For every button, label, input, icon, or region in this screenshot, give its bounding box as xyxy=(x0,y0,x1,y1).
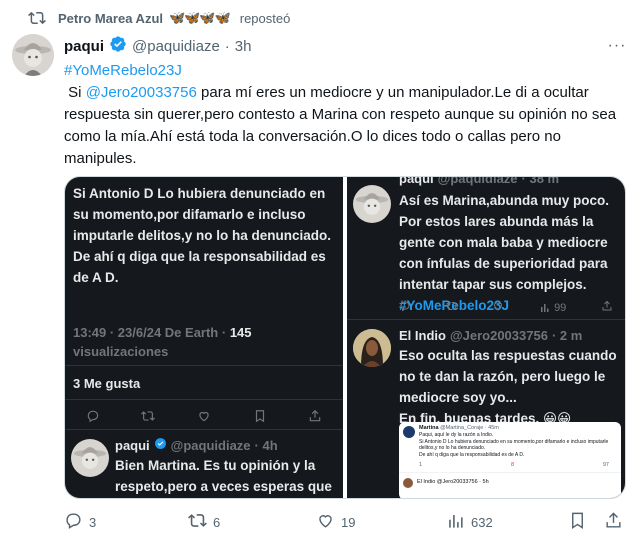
repost-header: Petro Marea Azul 🦋🦋🦋🦋 reposteó xyxy=(28,9,290,27)
like-count: 19 xyxy=(341,514,356,530)
right-reply-text: Eso oculta las respuestas cuando no te d… xyxy=(399,348,617,426)
media-image-right[interactable]: paqui @paquidiaze · 38 m Así es Marina,a… xyxy=(347,177,625,498)
mini-stat-likes: 8 xyxy=(510,462,514,468)
left-reply-icon xyxy=(86,409,100,426)
hashtag-link[interactable]: #YoMeRebelo23J xyxy=(64,62,182,79)
right-top-header: paqui @paquidiaze · 38 m xyxy=(399,177,559,186)
tweet-media[interactable]: Si Antonio D Lo hubiera denunciado en su… xyxy=(64,176,626,499)
separator-dot: · xyxy=(224,37,230,55)
author-handle[interactable]: @paquidiaze xyxy=(132,38,220,55)
share-icon xyxy=(604,511,623,533)
tweet-text: #YoMeRebelo23J Si @Jero20033756 para mí … xyxy=(64,62,617,167)
reply-count: 3 xyxy=(89,514,97,530)
right-top-reply-icon xyxy=(399,300,411,315)
repost-icon xyxy=(28,9,46,27)
more-options-icon[interactable]: ··· xyxy=(606,36,628,56)
reply-button[interactable]: 3 xyxy=(64,511,96,533)
left-like-icon xyxy=(197,409,211,426)
right-reply-header: El Indio @Jero20033756 · 2 m xyxy=(399,328,582,343)
mini-stat-replies: 1 xyxy=(419,462,423,468)
tweet-action-bar: 3 6 19 632 xyxy=(58,510,628,534)
right-divider xyxy=(347,319,625,320)
repost-button[interactable]: 6 xyxy=(188,511,220,533)
left-meta: 13:49 · 23/6/24 De Earth · 145 visualiza… xyxy=(73,323,335,361)
mini-footer-avatar xyxy=(403,478,413,488)
right-top-handle: @paquidiaze xyxy=(437,177,518,186)
share-button[interactable] xyxy=(604,511,623,533)
mini-footer: El Indio @Jero20033756 · 5h xyxy=(417,479,489,485)
right-reply-avatar xyxy=(353,329,391,367)
avatar[interactable] xyxy=(12,34,54,76)
reposter-link[interactable]: Petro Marea Azul 🦋🦋🦋🦋 xyxy=(58,10,231,26)
tweet-time[interactable]: 3h xyxy=(235,38,252,55)
left-likes: 3 Me gusta xyxy=(73,376,141,391)
right-top-like-icon xyxy=(492,300,504,315)
left-divider-1 xyxy=(65,365,343,366)
views-count: 632 xyxy=(471,514,493,530)
mini-handle: @Martina_Coraje · 45m xyxy=(440,425,499,431)
mini-header: Martina @Martina_Coraje · 45m xyxy=(419,425,499,432)
left-bookmark-icon xyxy=(253,409,267,426)
right-top-stat: 99 xyxy=(554,301,567,314)
right-reply-handle: @Jero20033756 xyxy=(449,328,548,343)
left-quoted-text: Si Antonio D Lo hubiera denunciado en su… xyxy=(73,186,332,285)
repost-action-icon xyxy=(188,511,207,533)
left-views-count: 145 xyxy=(229,325,252,340)
right-top-time: · 38 m xyxy=(521,177,560,186)
right-reply-time: · 2 m xyxy=(551,328,583,343)
left-meta-time: 13:49 · 23/6/24 De Earth · xyxy=(73,325,230,340)
right-top-repost-icon xyxy=(445,300,458,315)
left-reply-header: paqui @paquidiaze · 4h xyxy=(115,437,278,453)
author-name[interactable]: paqui xyxy=(64,38,104,55)
right-embedded-screenshot: Martina @Martina_Coraje · 45m Paqui, aqu… xyxy=(399,422,621,498)
right-top-views: 99 xyxy=(539,300,566,315)
right-top-share-icon xyxy=(601,300,613,315)
left-repost-icon xyxy=(141,409,156,426)
views-button[interactable]: 632 xyxy=(446,511,493,533)
right-top-views-icon xyxy=(541,303,549,312)
mini-text: Paqui, aquí le dy la razón a Indio. Si A… xyxy=(419,432,609,458)
mention-link[interactable]: @Jero20033756 xyxy=(86,84,197,101)
bookmark-button[interactable] xyxy=(568,511,587,533)
right-reply-name: El Indio xyxy=(399,328,446,343)
views-icon xyxy=(446,511,465,533)
right-top-name: paqui xyxy=(399,177,434,186)
mini-avatar xyxy=(403,426,415,438)
left-divider-2 xyxy=(65,399,343,400)
right-top-text: Así es Marina,abunda muy poco. Por estos… xyxy=(399,190,623,316)
bookmark-icon xyxy=(568,511,587,533)
like-button[interactable]: 19 xyxy=(316,511,355,533)
reply-icon xyxy=(64,511,83,533)
tweet-header: paqui @paquidiaze · 3h ··· xyxy=(64,36,628,56)
repost-count: 6 xyxy=(213,514,221,530)
mini-name: Martina xyxy=(419,425,439,431)
left-reply-text: Bien Martina. Es tu opinión y la respeto… xyxy=(115,458,332,494)
reposter-name[interactable]: Petro Marea Azul xyxy=(58,11,163,26)
reposter-butterflies: 🦋🦋🦋🦋 xyxy=(169,10,231,25)
media-image-left[interactable]: Si Antonio D Lo hubiera denunciado en su… xyxy=(65,177,343,498)
mini-stat-views: 97 xyxy=(602,462,609,468)
left-reply-name: paqui xyxy=(115,437,150,453)
left-reply-handle: @paquidiaze xyxy=(170,437,251,453)
left-divider-3 xyxy=(65,429,343,430)
left-reply-avatar xyxy=(71,439,109,477)
repost-verb: reposteó xyxy=(239,10,291,26)
verified-icon xyxy=(109,35,127,57)
left-share-icon xyxy=(308,409,322,426)
left-reply-verified-icon xyxy=(154,437,167,453)
mini-divider xyxy=(399,472,621,473)
left-views-label: visualizaciones xyxy=(73,344,169,359)
mini-stats: 1 8 97 xyxy=(419,462,609,468)
right-top-body: Así es Marina,abunda muy poco. Por estos… xyxy=(399,193,610,292)
right-top-action-row: 99 xyxy=(399,300,625,315)
like-icon xyxy=(316,511,335,533)
right-top-avatar xyxy=(353,185,391,223)
left-reply-time: · 4h xyxy=(254,437,278,453)
left-action-row xyxy=(65,409,343,426)
